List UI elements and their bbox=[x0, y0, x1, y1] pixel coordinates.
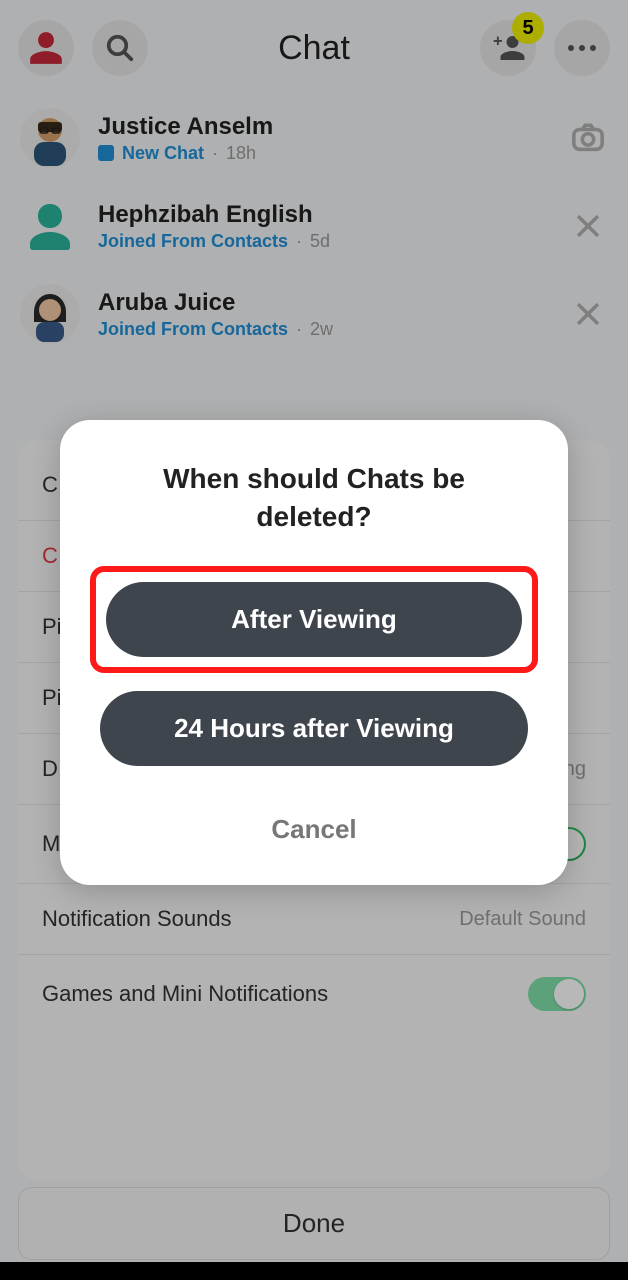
highlight-box: After Viewing bbox=[90, 566, 538, 673]
cancel-button[interactable]: Cancel bbox=[90, 784, 538, 855]
modal-title: When should Chats be deleted? bbox=[90, 460, 538, 536]
option-24-hours-button[interactable]: 24 Hours after Viewing bbox=[100, 691, 528, 766]
option-after-viewing-button[interactable]: After Viewing bbox=[106, 582, 522, 657]
delete-chats-modal: When should Chats be deleted? After View… bbox=[60, 420, 568, 885]
